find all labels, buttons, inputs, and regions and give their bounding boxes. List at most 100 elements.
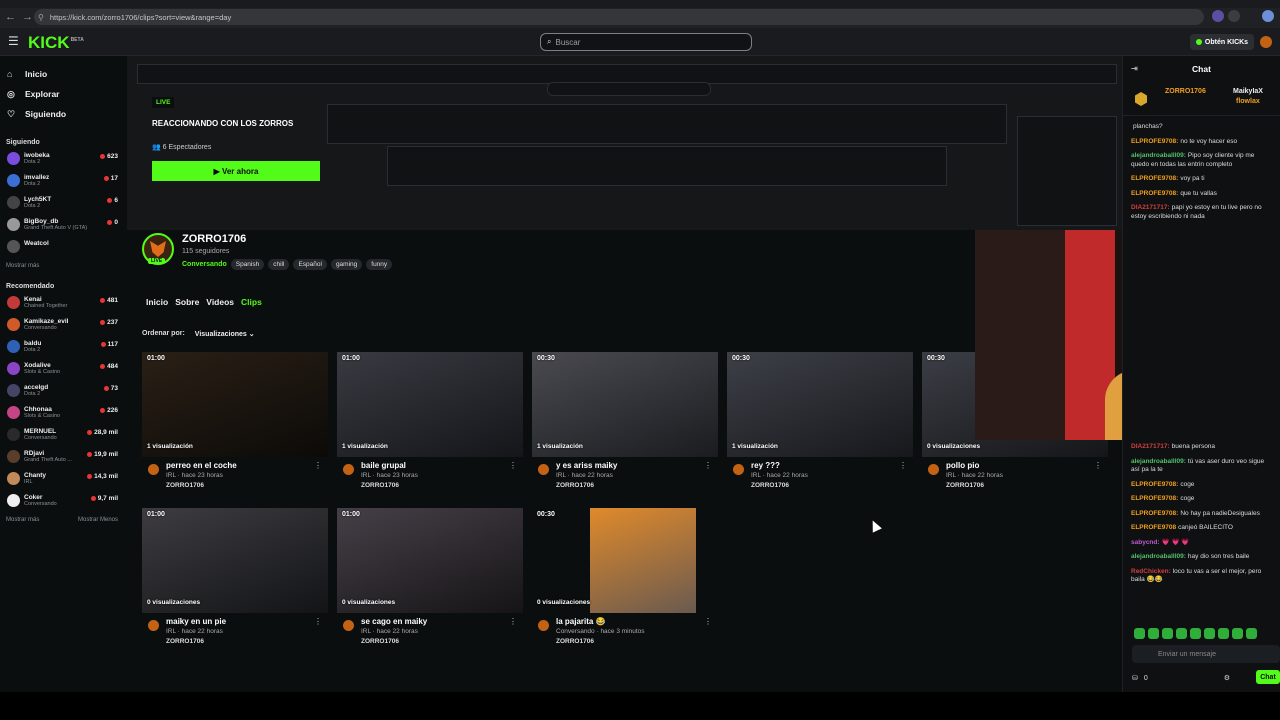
- kicks-wallet-icon[interactable]: ⛁: [1132, 674, 1138, 682]
- watch-now-button[interactable]: ▶ Ver ahora: [152, 161, 320, 181]
- clip-channel-avatar[interactable]: [343, 464, 354, 475]
- settings-icon[interactable]: ⚙: [1224, 674, 1230, 682]
- chat-username[interactable]: ELPROFE9708:: [1131, 510, 1178, 517]
- chat-username[interactable]: alejandroaballl09:: [1131, 152, 1186, 159]
- clip-card[interactable]: 01:00 0 visualizaciones se cago en maiky IR…: [337, 508, 523, 648]
- clip-channel-avatar[interactable]: [538, 620, 549, 631]
- clip-channel[interactable]: ZORRO1706: [751, 482, 789, 489]
- sidebar-channel[interactable]: iwobeka Dota 2 623: [0, 148, 126, 170]
- clip-title[interactable]: se cago en maiky: [361, 617, 427, 626]
- sidebar-channel[interactable]: imvallez Dota 2 17: [0, 170, 126, 192]
- chat-input[interactable]: Enviar un mensaje: [1132, 645, 1280, 663]
- more-options-icon[interactable]: ⋮: [704, 461, 712, 470]
- clip-title[interactable]: perreo en el coche: [166, 461, 237, 470]
- clip-channel-avatar[interactable]: [343, 620, 354, 631]
- more-options-icon[interactable]: ⋮: [314, 461, 322, 470]
- clip-thumbnail[interactable]: [142, 508, 328, 613]
- clip-channel-avatar[interactable]: [148, 620, 159, 631]
- kick-logo[interactable]: KICKBETA: [28, 33, 84, 53]
- clip-channel-avatar[interactable]: [538, 464, 549, 475]
- clip-title[interactable]: baile grupal: [361, 461, 406, 470]
- sidebar-channel[interactable]: Chanty IRL 14,3 mil: [0, 468, 126, 490]
- clip-channel[interactable]: ZORRO1706: [361, 482, 399, 489]
- tab-clips[interactable]: Clips: [241, 297, 262, 307]
- forward-icon[interactable]: →: [21, 11, 34, 24]
- clip-channel-avatar[interactable]: [733, 464, 744, 475]
- chat-username[interactable]: ELPROFE9708:: [1131, 175, 1178, 182]
- chat-username[interactable]: ELPROFE9708:: [1131, 138, 1178, 145]
- clip-channel[interactable]: ZORRO1706: [946, 482, 984, 489]
- more-options-icon[interactable]: ⋮: [509, 617, 517, 626]
- hamburger-menu-icon[interactable]: ☰: [8, 35, 19, 47]
- send-chat-button[interactable]: Chat: [1256, 670, 1280, 684]
- chat-username[interactable]: DIA2171717:: [1131, 443, 1170, 450]
- clip-channel[interactable]: ZORRO1706: [166, 482, 204, 489]
- get-kicks-button[interactable]: Obtén KICKs: [1190, 34, 1254, 50]
- clip-channel[interactable]: ZORRO1706: [556, 482, 594, 489]
- tag-chip[interactable]: gaming: [330, 259, 363, 270]
- clip-card[interactable]: 00:30 1 visualización rey ??? IRL · hace 22…: [727, 352, 913, 492]
- collapse-chat-icon[interactable]: ⇥: [1131, 64, 1138, 73]
- search-input[interactable]: ⌕ Buscar: [540, 33, 752, 51]
- chat-username[interactable]: RedChicken:: [1131, 568, 1171, 575]
- sidebar-channel[interactable]: baldu Dota 2 117: [0, 336, 126, 358]
- sidebar-channel[interactable]: Kamikaze_evil Conversando 237: [0, 314, 126, 336]
- tag-chip[interactable]: Español: [293, 259, 327, 270]
- clip-thumbnail[interactable]: [337, 352, 523, 457]
- clip-title[interactable]: rey ???: [751, 461, 780, 470]
- show-more-following[interactable]: Mostrar más: [0, 258, 126, 274]
- clip-thumbnail[interactable]: [142, 352, 328, 457]
- sidebar-channel[interactable]: BigBoy_db Grand Theft Auto V (GTA) 0: [0, 214, 126, 236]
- clip-card[interactable]: 00:30 1 visualización y es ariss maiky IRL …: [532, 352, 718, 492]
- chat-username[interactable]: DIA2171717:: [1131, 204, 1170, 211]
- sidebar-channel[interactable]: Coker Conversando 9,7 mil: [0, 490, 126, 512]
- clip-card[interactable]: 01:00 1 visualización baile grupal IRL · ha…: [337, 352, 523, 492]
- clip-title[interactable]: la pajarita 😂: [556, 617, 606, 626]
- clip-card[interactable]: 01:00 1 visualización perreo en el coche IR…: [142, 352, 328, 492]
- chat-username[interactable]: ELPROFE9708:: [1131, 495, 1178, 502]
- clip-channel-avatar[interactable]: [148, 464, 159, 475]
- sidebar-channel[interactable]: RDjavi Grand Theft Auto ... 19,9 mil: [0, 446, 126, 468]
- chat-username[interactable]: alejandroaballl09:: [1131, 553, 1186, 560]
- user-avatar[interactable]: [1260, 36, 1272, 48]
- clip-thumbnail[interactable]: [337, 508, 523, 613]
- chat-username[interactable]: ELPROFE9708:: [1131, 190, 1178, 197]
- tag-chip[interactable]: funny: [366, 259, 393, 270]
- nav-home[interactable]: ⌂ Inicio: [0, 64, 126, 84]
- sidebar-channel[interactable]: MERNUEL Conversando 28,9 mil: [0, 424, 126, 446]
- clip-title[interactable]: y es ariss maiky: [556, 461, 617, 470]
- more-options-icon[interactable]: ⋮: [1094, 461, 1102, 470]
- chat-username[interactable]: ELPROFE9708: [1131, 524, 1176, 531]
- profile-icon[interactable]: [1262, 10, 1274, 22]
- tab-about[interactable]: Sobre: [175, 297, 199, 307]
- site-info-icon[interactable]: ⚲: [38, 13, 44, 22]
- clip-card[interactable]: 00:30 0 visualizaciones la pajarita 😂 Conve…: [532, 508, 718, 648]
- channel-category[interactable]: Conversando: [182, 261, 227, 268]
- nav-explore[interactable]: ◎ Explorar: [0, 84, 126, 104]
- extension-icon[interactable]: [1212, 10, 1224, 22]
- tab-home[interactable]: Inicio: [146, 297, 168, 307]
- more-options-icon[interactable]: ⋮: [509, 461, 517, 470]
- sidebar-channel[interactable]: Chhonaa Slots & Casino 226: [0, 402, 126, 424]
- channel-banner[interactable]: [127, 56, 1122, 230]
- sidebar-channel[interactable]: Xodalive Slots & Casino 484: [0, 358, 126, 380]
- clip-channel[interactable]: ZORRO1706: [361, 638, 399, 645]
- clip-channel-avatar[interactable]: [928, 464, 939, 475]
- back-icon[interactable]: ←: [4, 11, 17, 24]
- clip-title[interactable]: maiky en un pie: [166, 617, 226, 626]
- chat-username[interactable]: alejandroaballl09:: [1131, 458, 1186, 465]
- clip-thumbnail[interactable]: [727, 352, 913, 457]
- menu-icon[interactable]: [1228, 10, 1240, 22]
- tag-chip[interactable]: Spanish: [230, 259, 265, 270]
- more-options-icon[interactable]: ⋮: [704, 617, 712, 626]
- more-options-icon[interactable]: ⋮: [314, 617, 322, 626]
- chat-username[interactable]: ELPROFE9708:: [1131, 481, 1178, 488]
- sidebar-channel[interactable]: Weatcol: [0, 236, 126, 258]
- clip-channel[interactable]: ZORRO1706: [166, 638, 204, 645]
- sort-dropdown[interactable]: Visualizaciones ⌄: [195, 330, 255, 338]
- chat-username[interactable]: sabycnd:: [1131, 539, 1160, 546]
- sidebar-channel[interactable]: Kenai Chained Together 481: [0, 292, 126, 314]
- more-options-icon[interactable]: ⋮: [899, 461, 907, 470]
- clip-title[interactable]: pollo pio: [946, 461, 979, 470]
- nav-following[interactable]: ♡ Siguiendo: [0, 104, 126, 124]
